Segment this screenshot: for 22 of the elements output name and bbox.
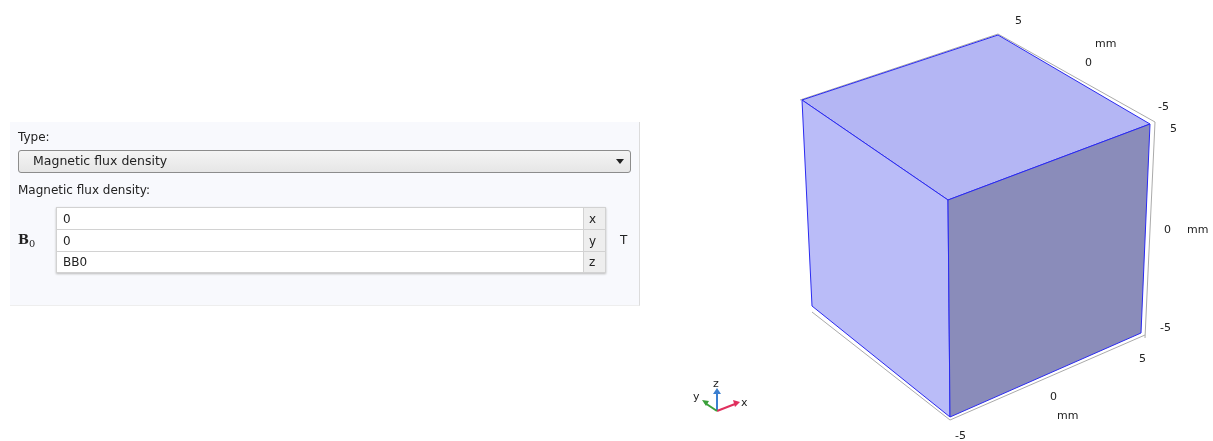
axis-triad-label: z: [713, 377, 719, 390]
unit-label: T: [619, 232, 628, 249]
axis-tick-label: 5: [1139, 352, 1146, 365]
axis-tick-label: mm: [1187, 223, 1209, 236]
axis-triad-label: y: [693, 390, 700, 403]
type-label: Type:: [18, 130, 50, 144]
caret-icon: [616, 159, 624, 164]
axis-tick-label: 0: [1050, 390, 1057, 403]
axis-tick-label: mm: [1057, 409, 1079, 422]
axis-tick-label: -5: [955, 429, 966, 441]
type-dropdown[interactable]: Magnetic flux density: [18, 150, 631, 173]
axis-tick-label: 0: [1164, 223, 1171, 236]
axis-triad-label: x: [741, 396, 748, 409]
axis-tick-label: mm: [1095, 37, 1117, 50]
axis-tick-label: -5: [1158, 100, 1169, 113]
axis-tick-label: 0: [1085, 56, 1092, 69]
axis-tick-label: 5: [1170, 122, 1177, 135]
axis-tick-label: 5: [1015, 14, 1022, 27]
axis-tick-label: -5: [1160, 321, 1171, 334]
axis-triad-icon: [702, 388, 740, 412]
vector-symbol: B$_{0}$: [18, 231, 37, 250]
field-label: Magnetic flux density:: [18, 183, 150, 197]
